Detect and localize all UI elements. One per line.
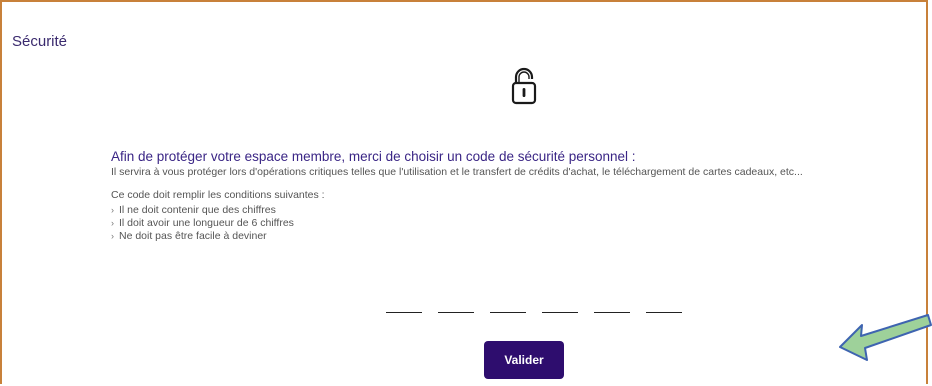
instructions: Afin de protéger votre espace membre, me… xyxy=(111,149,916,243)
conditions-list: › Il ne doit contenir que des chiffres › I… xyxy=(111,204,916,243)
chevron-right-icon: › xyxy=(111,205,114,215)
unlocked-padlock-icon xyxy=(511,67,537,105)
code-digit-3[interactable] xyxy=(490,292,526,313)
security-panel: Sécurité Afin de protéger votre espace m… xyxy=(0,0,928,384)
code-digit-2[interactable] xyxy=(438,292,474,313)
condition-item: › Il doit avoir une longueur de 6 chiffre… xyxy=(111,217,294,229)
code-digit-5[interactable] xyxy=(594,292,630,313)
security-code-inputs xyxy=(386,292,682,313)
section-title: Sécurité xyxy=(12,33,68,50)
code-digit-1[interactable] xyxy=(386,292,422,313)
condition-item: › Il ne doit contenir que des chiffres xyxy=(111,204,276,216)
intro-description: Il servira à vous protéger lors d'opérat… xyxy=(111,166,803,178)
condition-item: › Ne doit pas être facile à deviner xyxy=(111,230,267,242)
chevron-right-icon: › xyxy=(111,231,114,241)
conditions-title: Ce code doit remplir les conditions suiv… xyxy=(111,189,325,201)
intro-headline: Afin de protéger votre espace membre, me… xyxy=(111,149,636,164)
chevron-right-icon: › xyxy=(111,218,114,228)
validate-button[interactable]: Valider xyxy=(484,341,564,379)
arrow-icon xyxy=(839,314,932,361)
code-digit-6[interactable] xyxy=(646,292,682,313)
code-digit-4[interactable] xyxy=(542,292,578,313)
